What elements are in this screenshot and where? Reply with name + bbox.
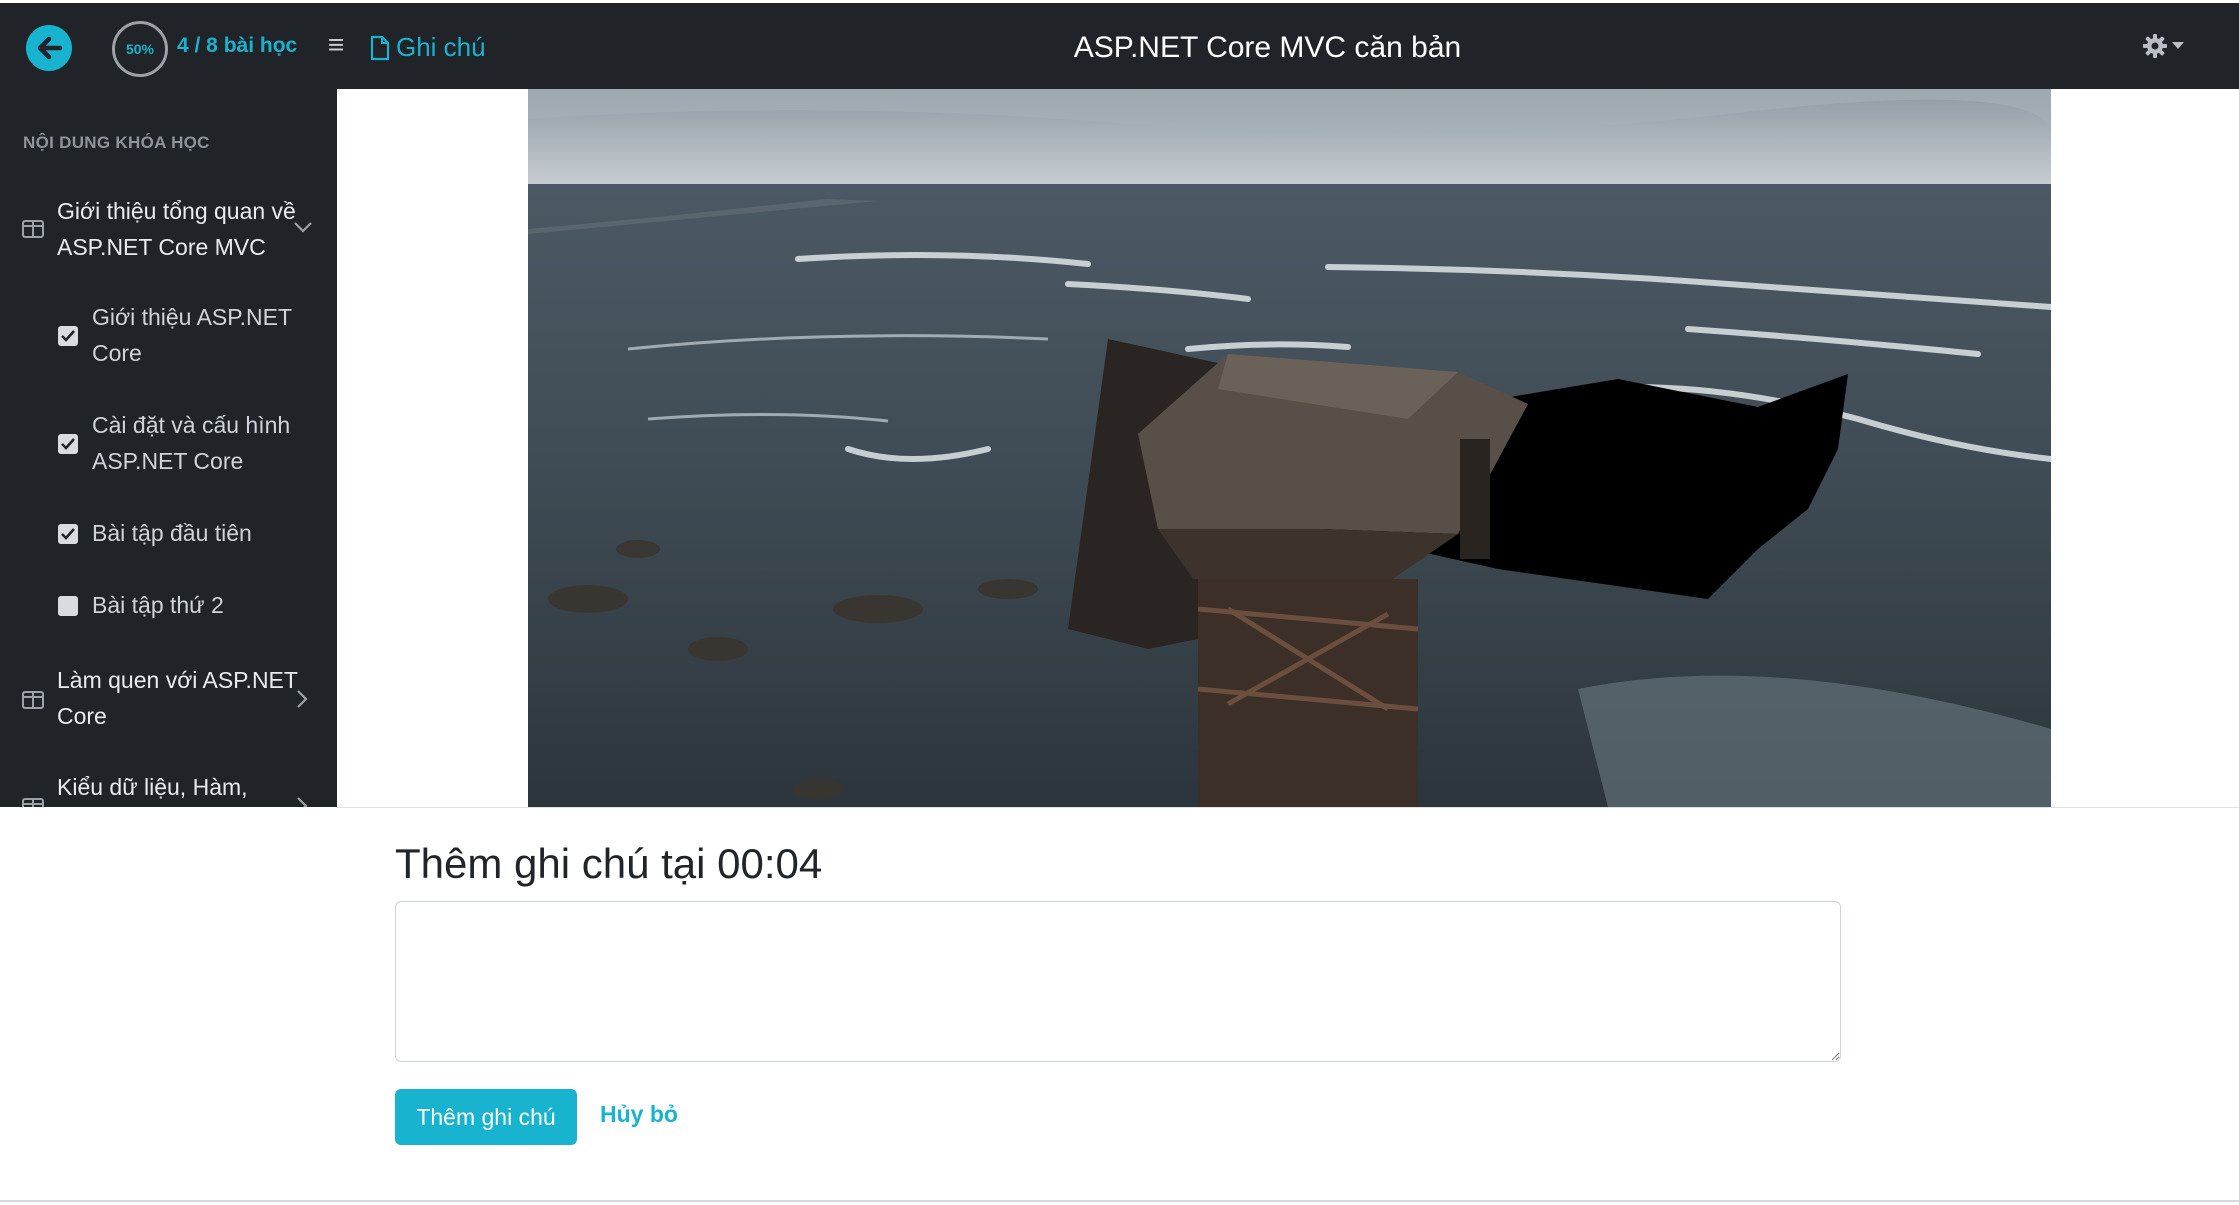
book-icon [22, 798, 44, 807]
notes-button[interactable]: Ghi chú [370, 32, 486, 63]
sidebar-heading: NỘI DUNG KHÓA HỌC [23, 133, 210, 152]
section-data-types[interactable]: Kiểu dữ liệu, Hàm, [0, 769, 337, 807]
chevron-right-icon [297, 797, 308, 807]
page-bottom-border [0, 1200, 2239, 1202]
note-heading: Thêm ghi chú tại 00:04 [395, 840, 823, 887]
progress-circle: 50% [112, 21, 168, 77]
lessons-progress: 4 / 8 bài học [177, 34, 298, 57]
lesson-title: Cài đặt và cấu hình ASP.NET Core [92, 412, 291, 474]
course-sidebar: NỘI DUNG KHÓA HỌC Giới thiệu tổng quan v… [0, 89, 337, 807]
menu-icon: ≡ [327, 29, 345, 60]
file-icon [370, 35, 390, 60]
notes-label: Ghi chú [396, 32, 486, 62]
note-textarea[interactable] [395, 901, 1841, 1062]
video-player[interactable] [528, 89, 2051, 807]
menu-toggle-button[interactable]: ≡ [322, 31, 350, 59]
lesson-item[interactable]: Giới thiệu ASP.NET Core [0, 299, 337, 373]
checkbox-icon[interactable] [58, 326, 78, 346]
settings-dropdown[interactable] [2142, 31, 2192, 61]
back-button[interactable] [26, 25, 72, 71]
cancel-button[interactable]: Hủy bỏ [600, 1101, 678, 1128]
gear-icon [2143, 34, 2167, 58]
checkbox-icon[interactable] [58, 596, 78, 616]
book-icon [22, 220, 44, 238]
book-icon [22, 691, 44, 709]
video-frame [528, 89, 2051, 807]
content-divider [337, 807, 2239, 808]
lesson-title: Giới thiệu ASP.NET Core [92, 304, 292, 366]
caret-down-icon [2172, 42, 2184, 49]
lesson-item[interactable]: Bài tập đầu tiên [0, 515, 337, 553]
lesson-title: Bài tập thứ 2 [92, 592, 224, 618]
chevron-right-icon [297, 690, 308, 708]
lesson-item[interactable]: Cài đặt và cấu hình ASP.NET Core [0, 407, 337, 481]
back-arrow-icon [37, 36, 63, 60]
add-note-button[interactable]: Thêm ghi chú [395, 1089, 577, 1145]
checkbox-icon[interactable] [58, 434, 78, 454]
section-title: Kiểu dữ liệu, Hàm, [57, 774, 248, 800]
section-intro[interactable]: Giới thiệu tổng quan về ASP.NET Core MVC [0, 193, 337, 269]
chevron-down-icon [294, 222, 312, 233]
section-getting-started[interactable]: Làm quen với ASP.NET Core [0, 662, 337, 738]
progress-percent: 50% [125, 41, 155, 57]
top-navbar: 50% 4 / 8 bài học ≡ Ghi chú ASP.NET Core… [0, 3, 2239, 89]
checkbox-icon[interactable] [58, 524, 78, 544]
lesson-title: Bài tập đầu tiên [92, 520, 252, 546]
lesson-item[interactable]: Bài tập thứ 2 [0, 587, 337, 625]
section-title: Giới thiệu tổng quan về ASP.NET Core MVC [57, 198, 296, 260]
section-title: Làm quen với ASP.NET Core [57, 667, 298, 729]
